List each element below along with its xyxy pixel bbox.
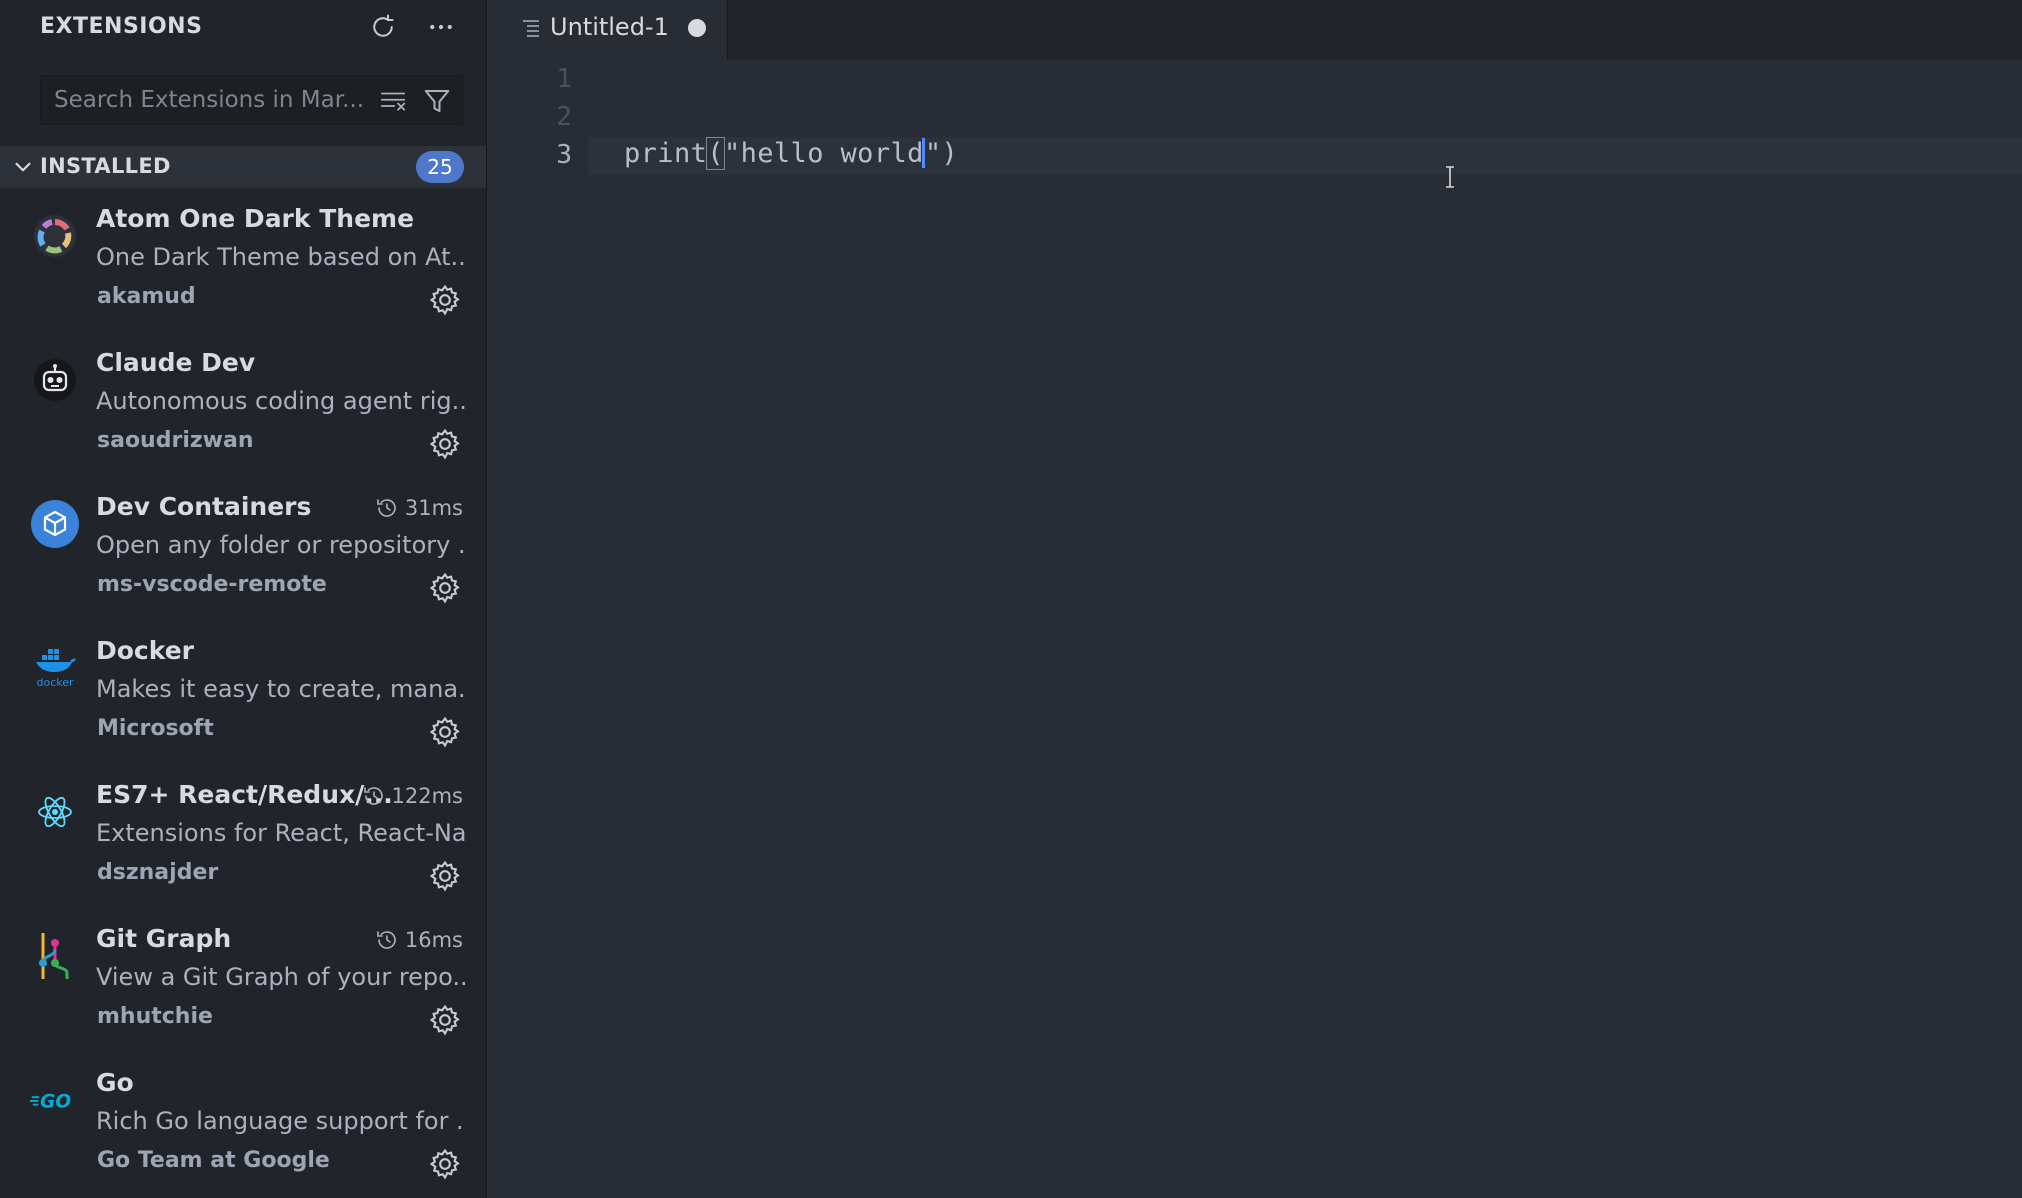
extension-publisher: dsznajder	[97, 860, 219, 885]
extension-item-docker[interactable]: docker Docker Makes it easy to create, m…	[0, 620, 486, 764]
tab-label: Untitled-1	[550, 13, 669, 41]
extension-name: Go	[96, 1068, 134, 1097]
extension-name: Git Graph	[96, 924, 232, 953]
extension-description: Makes it easy to create, mana...	[96, 675, 466, 703]
unsaved-dot-icon[interactable]	[688, 19, 706, 37]
extension-publisher: ms-vscode-remote	[97, 572, 327, 597]
activation-time-value: 31ms	[404, 496, 463, 520]
activation-time: 16ms	[375, 928, 463, 952]
ibeam-cursor-icon	[1446, 166, 1454, 188]
extension-publisher: mhutchie	[97, 1004, 213, 1029]
atom-one-dark-logo-icon	[30, 211, 80, 261]
filter-button[interactable]	[418, 82, 456, 120]
extension-name: Dev Containers	[96, 492, 312, 521]
more-actions-button[interactable]	[423, 8, 459, 46]
extension-name: Claude Dev	[96, 348, 256, 377]
clear-filter-icon	[380, 92, 406, 111]
line-number: 2	[556, 102, 572, 132]
extension-name: Docker	[96, 636, 194, 665]
filter-icon	[424, 90, 450, 112]
extension-publisher: Microsoft	[97, 716, 214, 741]
gear-icon[interactable]	[428, 283, 462, 317]
extension-name: ES7+ React/Redux/...	[96, 780, 393, 809]
sidebar-title: EXTENSIONS	[40, 14, 203, 39]
docker-whale-icon: docker	[30, 643, 80, 693]
gear-icon[interactable]	[428, 1147, 462, 1181]
history-clock-icon	[377, 499, 396, 517]
history-clock-icon	[377, 931, 396, 949]
editor-tab-bar: Untitled-1	[488, 0, 2022, 60]
extension-name: Atom One Dark Theme	[96, 204, 415, 233]
activation-time-value: 122ms	[391, 784, 463, 808]
extensions-search-input[interactable]	[41, 76, 371, 124]
extensions-sidebar: EXTENSIONS Search Extensions in Mar... I…	[0, 0, 487, 1198]
gear-icon[interactable]	[428, 1003, 462, 1037]
gear-icon[interactable]	[428, 715, 462, 749]
line-number: 3	[556, 140, 572, 170]
extension-description: Rich Go language support for ...	[96, 1107, 466, 1135]
gear-icon[interactable]	[428, 427, 462, 461]
installed-section-header[interactable]: INSTALLED 25	[0, 146, 486, 188]
code-editor[interactable]: 1 2 3 print("hello world")	[488, 60, 2022, 1198]
sidebar-actions	[365, 8, 459, 46]
extension-description: View a Git Graph of your repo...	[96, 963, 466, 991]
svg-text:docker: docker	[36, 676, 74, 689]
installed-section-label: INSTALLED	[40, 154, 171, 178]
react-atom-icon	[30, 787, 80, 837]
extension-item-claude-dev[interactable]: Claude Dev Autonomous coding agent rig..…	[0, 332, 486, 476]
extension-list: Atom One Dark Theme One Dark Theme based…	[0, 188, 486, 1196]
chevron-down-icon	[15, 162, 31, 172]
code-bracket: )	[941, 138, 959, 169]
ellipsis-icon	[430, 24, 452, 30]
extension-description: One Dark Theme based on At...	[96, 243, 466, 271]
extension-item-git-graph[interactable]: Git Graph 16ms View a Git Graph of your …	[0, 908, 486, 1052]
line-number: 1	[556, 64, 572, 94]
extension-publisher: Go Team at Google	[97, 1148, 330, 1173]
extension-item-go[interactable]: GO Go Rich Go language support for ... G…	[0, 1052, 486, 1196]
installed-count-badge: 25	[416, 151, 464, 183]
code-string: "hello world	[723, 138, 924, 169]
refresh-icon	[373, 14, 394, 37]
extension-item-atom-one-dark[interactable]: Atom One Dark Theme One Dark Theme based…	[0, 188, 486, 332]
code-bracket: (	[706, 137, 725, 170]
code-function: print	[624, 138, 708, 169]
go-logo-icon: GO	[30, 1075, 80, 1125]
extension-item-es7-react[interactable]: ES7+ React/Redux/... 122ms Extensions fo…	[0, 764, 486, 908]
extension-item-dev-containers[interactable]: Dev Containers 31ms Open any folder or r…	[0, 476, 486, 620]
dev-containers-cube-icon	[30, 499, 80, 549]
clear-filter-button[interactable]	[374, 82, 412, 120]
extension-publisher: akamud	[97, 284, 196, 309]
extension-description: Open any folder or repository ...	[96, 531, 466, 559]
gear-icon[interactable]	[428, 859, 462, 893]
refresh-button[interactable]	[365, 8, 401, 46]
svg-text:GO: GO	[40, 1091, 71, 1112]
history-clock-icon	[363, 787, 383, 805]
extension-publisher: saoudrizwan	[97, 428, 254, 453]
extension-description: Autonomous coding agent rig...	[96, 387, 466, 415]
extension-description: Extensions for React, React-Na...	[96, 819, 466, 847]
robot-icon	[30, 355, 80, 405]
activation-time: 31ms	[375, 496, 463, 520]
code-string-end: "	[924, 138, 942, 169]
extensions-search-box	[40, 75, 463, 125]
tab-untitled-1[interactable]: Untitled-1	[488, 0, 728, 60]
git-graph-icon	[30, 931, 80, 981]
code-line-3[interactable]: print("hello world")	[624, 137, 959, 170]
sidebar-header: EXTENSIONS	[0, 0, 486, 56]
activation-time: 122ms	[362, 784, 463, 808]
gear-icon[interactable]	[428, 571, 462, 605]
activation-time-value: 16ms	[404, 928, 463, 952]
text-file-icon	[523, 20, 539, 37]
